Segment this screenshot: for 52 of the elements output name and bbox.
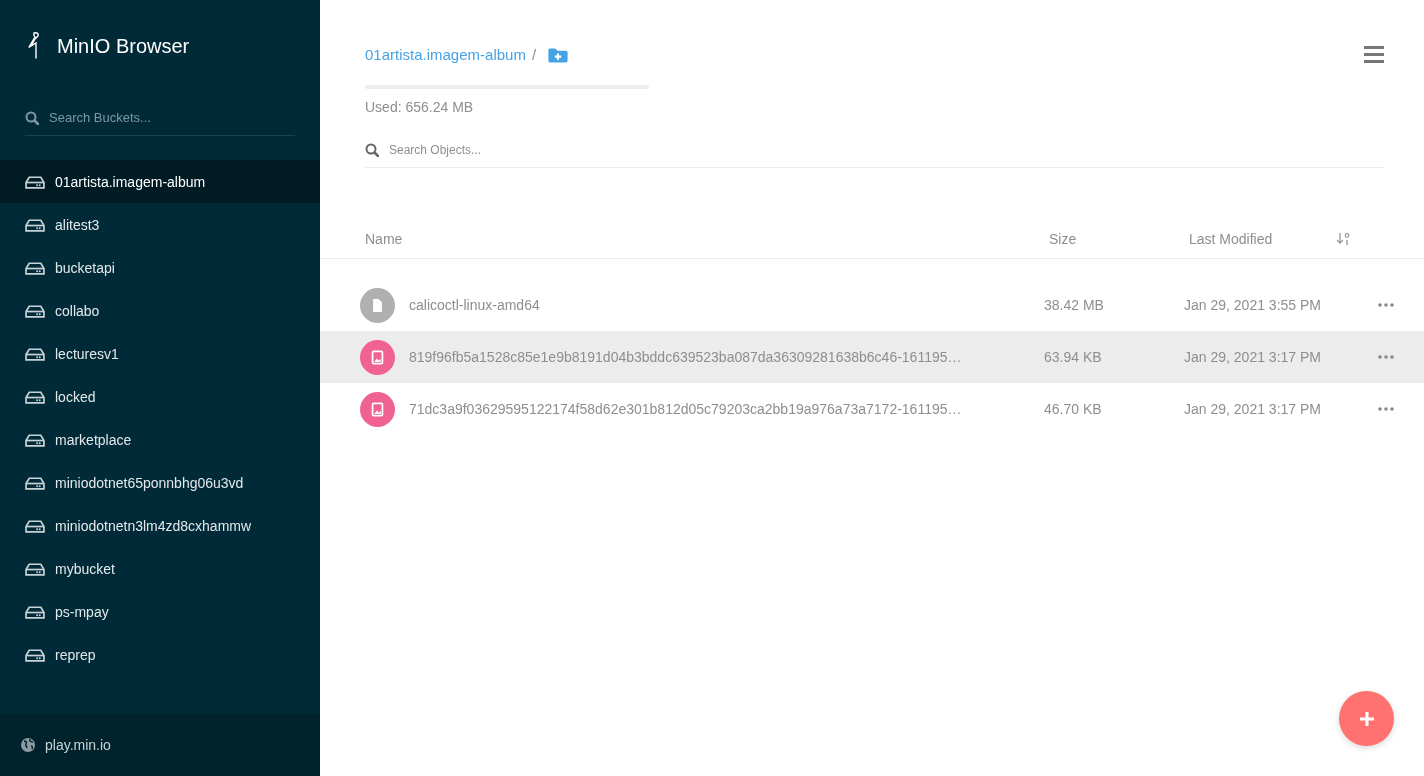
host-name: play.min.io [45,737,111,753]
search-icon [365,143,379,157]
object-name: 71dc3a9f03629595122174f58d62e301b812d05c79203ca2bb19a976a73a7172-161195… [409,401,962,417]
bucket-item[interactable]: miniodotnet65ponnbhg06u3vd [0,461,320,504]
bucket-item[interactable]: marketplace [0,418,320,461]
bucket-item[interactable]: bucketapi [0,246,320,289]
drive-icon [25,303,45,318]
image-file-icon [360,339,395,375]
sort-icon[interactable] [1337,233,1350,245]
app-title: MinIO Browser [57,34,190,58]
bucket-item[interactable]: locked [0,375,320,418]
menu-icon[interactable] [1364,46,1384,63]
more-options-icon[interactable] [1378,355,1394,359]
object-name: 819f96fb5a1528c85e1e9b8191d04b3bddc639523ba087da36309281638b6c46-161195… [409,349,962,365]
usage-label: Used: 656.24 MB [365,99,475,115]
bucket-item[interactable]: ps-mpay [0,590,320,633]
bucket-item[interactable]: miniodotnetn3lm4zd8cxhammw [0,504,320,547]
bucket-search-field[interactable]: Search Buckets... [49,110,295,125]
more-options-icon[interactable] [1378,303,1394,307]
object-date: Jan 29, 2021 3:17 PM [1184,401,1321,417]
search-icon [25,110,39,125]
globe-icon [20,737,36,753]
new-folder-icon[interactable] [548,46,569,63]
drive-icon [25,346,45,361]
bucket-item[interactable]: alitest3 [0,203,320,246]
plus-icon [1358,710,1375,727]
bucket-item[interactable]: collabo [0,289,320,332]
add-button[interactable] [1339,691,1394,746]
bucket-item[interactable]: 01artista.imagem-album [0,160,320,203]
drive-icon [25,217,45,232]
object-name: calicoctl-linux-amd64 [409,297,540,313]
drive-icon [25,604,45,619]
object-date: Jan 29, 2021 3:55 PM [1184,297,1321,313]
bucket-item[interactable]: lecturesv1 [0,332,320,375]
object-size: 63.94 KB [1044,349,1103,365]
drive-icon [25,518,45,533]
object-date: Jan 29, 2021 3:17 PM [1184,349,1321,365]
bucket-item[interactable]: reprep [0,633,320,676]
object-size: 46.70 KB [1044,401,1103,417]
object-size: 38.42 MB [1044,297,1105,313]
drive-icon [25,561,45,576]
drive-icon [25,647,45,662]
drive-icon [25,475,45,490]
path-separator: / [531,46,537,63]
image-file-icon [360,391,395,427]
drive-icon [25,174,45,189]
drive-icon [25,432,45,447]
drive-icon [25,260,45,275]
drive-icon [25,389,45,404]
more-options-icon[interactable] [1378,407,1394,411]
bucket-item[interactable]: mybucket [0,547,320,590]
file-icon [360,287,395,323]
